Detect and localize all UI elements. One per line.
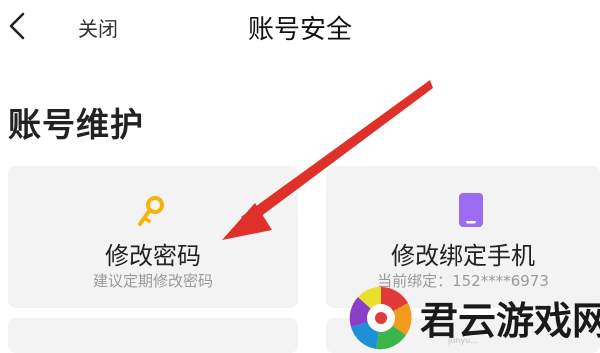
top-nav-bar: 关闭 账号安全 — [0, 0, 600, 56]
change-password-hint: 建议定期修改密码 — [92, 272, 213, 290]
account-option-card[interactable] — [8, 318, 298, 353]
watermark-logo — [349, 286, 412, 349]
change-password-label: 修改密码 — [105, 242, 201, 270]
watermark-url: junyu... — [448, 336, 478, 345]
change-phone-label: 修改绑定手机 — [391, 242, 535, 270]
key-icon — [138, 196, 164, 226]
watermark-text: 君云游戏网 — [420, 298, 600, 343]
change-password-card[interactable]: 修改密码 建议定期修改密码 — [8, 166, 298, 308]
page-title: 账号安全 — [247, 15, 352, 45]
section-title: 账号维护 — [8, 105, 144, 144]
phone-icon — [459, 193, 483, 227]
